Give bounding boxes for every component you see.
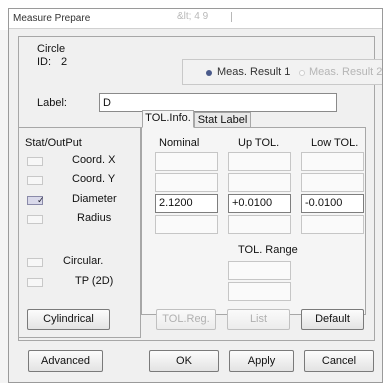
stat-output-box: Stat/OutPut Coord. X Coord. Y ✓ Diameter… (18, 127, 141, 338)
nominal-cell-4[interactable] (155, 215, 218, 234)
cylindrical-button[interactable]: Cylindrical (27, 309, 110, 330)
tol-range-field-1[interactable] (228, 261, 291, 280)
element-id-caption: ID: (37, 56, 52, 68)
low-tol-cell-2[interactable] (301, 173, 364, 192)
cancel-button[interactable]: Cancel (304, 350, 374, 372)
element-id-value: 2 (61, 56, 68, 68)
radius-checkbox[interactable] (27, 215, 43, 224)
stat-output-heading: Stat/OutPut (25, 137, 82, 149)
ok-button[interactable]: OK (149, 350, 219, 372)
default-button[interactable]: Default (301, 309, 364, 330)
nominal-cell-2[interactable] (155, 173, 218, 192)
tab-tol-info[interactable]: TOL.Info. (142, 110, 194, 128)
title-bar[interactable]: Measure Prepare &lt; 4 9 (9, 9, 382, 29)
up-tol-column-header: Up TOL. (238, 137, 280, 149)
checkmark-icon: ✓ (37, 195, 45, 205)
nominal-column-header: Nominal (159, 137, 200, 149)
low-tol-column-header: Low TOL. (311, 137, 359, 149)
tol-range-field-2[interactable] (228, 282, 291, 301)
diameter-checkbox[interactable]: ✓ (27, 195, 45, 205)
element-type-label: Circle (37, 43, 66, 55)
meas-result-2-label[interactable]: Meas. Result 2 (309, 66, 382, 78)
tab-stat-label[interactable]: Stat Label (194, 112, 251, 128)
measure-prepare-dialog: Measure Prepare &lt; 4 9 Circle ID: 2 Me… (8, 8, 383, 383)
label-field-caption: Label: (37, 97, 67, 109)
advanced-button[interactable]: Advanced (28, 350, 103, 372)
up-tol-cell-2[interactable] (228, 173, 291, 192)
circular-label: Circular. (63, 255, 104, 267)
diameter-label: Diameter (72, 193, 117, 205)
tol-reg-button[interactable]: TOL.Reg. (156, 309, 216, 330)
list-button[interactable]: List (227, 309, 290, 330)
apply-button[interactable]: Apply (229, 350, 294, 372)
background-edge (383, 0, 391, 383)
tp-2d-checkbox[interactable] (27, 278, 43, 287)
tol-info-panel: Nominal Up TOL. Low TOL. 2.1200 +0.0100 … (141, 127, 366, 330)
background-window-mark (231, 12, 234, 22)
meas-result-2-radio[interactable] (299, 70, 305, 76)
nominal-cell-diameter[interactable]: 2.1200 (155, 194, 218, 213)
coord-x-checkbox[interactable] (27, 157, 43, 166)
background-window-text: &lt; 4 9 (177, 11, 209, 22)
coord-x-label: Coord. X (72, 154, 116, 166)
meas-result-1-radio[interactable] (206, 70, 212, 76)
low-tol-cell-diameter[interactable]: -0.0100 (301, 194, 364, 213)
up-tol-cell-4[interactable] (228, 215, 291, 234)
low-tol-cell-4[interactable] (301, 215, 364, 234)
low-tol-cell-1[interactable] (301, 152, 364, 171)
up-tol-cell-diameter[interactable]: +0.0100 (228, 194, 291, 213)
coord-y-label: Coord. Y (72, 173, 116, 185)
result-radio-group: Meas. Result 1 Meas. Result 2 (182, 59, 382, 85)
circular-checkbox[interactable] (27, 258, 43, 267)
radius-label: Radius (77, 212, 112, 224)
tp-2d-label: TP (2D) (75, 275, 114, 287)
label-input[interactable] (99, 93, 337, 112)
coord-y-checkbox[interactable] (27, 176, 43, 185)
tol-range-label: TOL. Range (238, 244, 298, 256)
up-tol-cell-1[interactable] (228, 152, 291, 171)
dialog-title: Measure Prepare (13, 13, 91, 24)
nominal-cell-1[interactable] (155, 152, 218, 171)
meas-result-1-label[interactable]: Meas. Result 1 (217, 66, 290, 78)
